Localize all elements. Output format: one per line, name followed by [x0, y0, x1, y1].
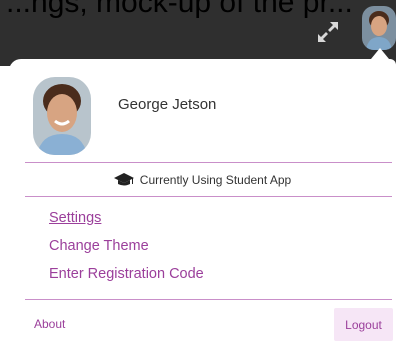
user-menu-panel: George Jetson Currently Using Student Ap…	[9, 59, 396, 351]
avatar-icon	[33, 77, 91, 155]
profile-avatar	[33, 77, 91, 155]
user-name: George Jetson	[118, 96, 217, 113]
status-text: Currently Using Student App	[139, 172, 292, 187]
logout-button[interactable]: Logout	[334, 308, 393, 341]
avatar-icon	[362, 6, 396, 50]
settings-link[interactable]: Settings	[49, 204, 204, 232]
about-link[interactable]: About	[34, 317, 65, 331]
profile-section: George Jetson	[9, 59, 396, 162]
divider	[25, 196, 392, 197]
registration-code-link[interactable]: Enter Registration Code	[49, 260, 204, 288]
menu-footer: About Logout	[9, 301, 396, 351]
graduation-cap-icon	[113, 172, 134, 185]
change-theme-link[interactable]: Change Theme	[49, 232, 204, 260]
user-avatar-button[interactable]	[362, 6, 396, 50]
cutoff-page-text: ...ngs, mock-up of the pr...	[6, 0, 353, 19]
expand-icon[interactable]	[316, 20, 340, 44]
app-status: Currently Using Student App	[9, 163, 396, 196]
top-bar: ...ngs, mock-up of the pr...	[0, 0, 396, 66]
divider	[25, 299, 392, 300]
dropdown-caret	[371, 48, 389, 59]
user-menu-list: Settings Change Theme Enter Registration…	[49, 204, 204, 288]
